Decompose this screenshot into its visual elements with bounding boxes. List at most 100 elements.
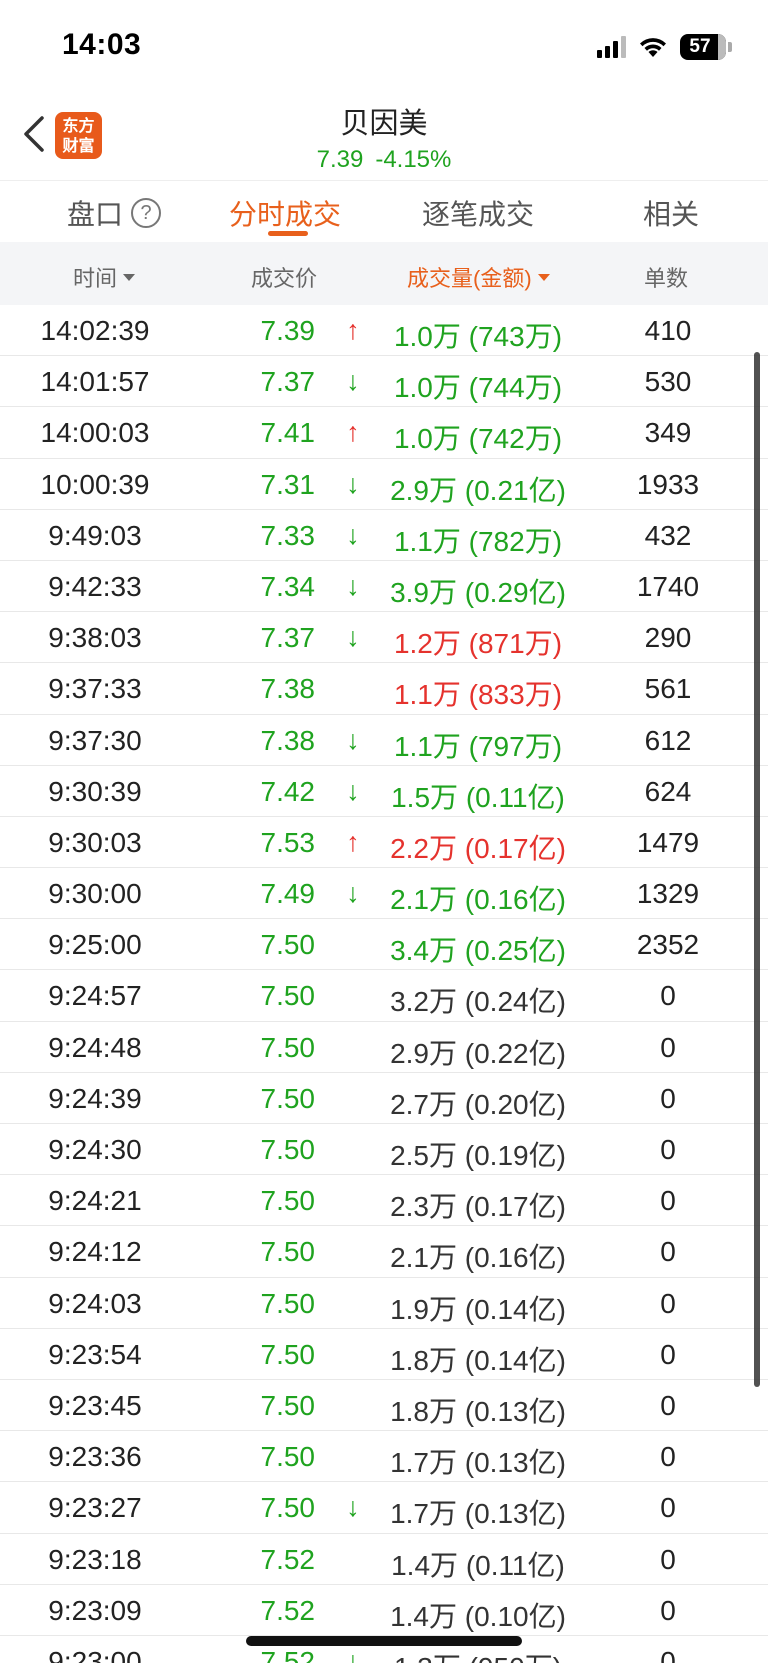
trade-row[interactable]: 9:25:00 7.50 3.4万 (0.25亿) 2352 <box>0 919 768 971</box>
trade-price: 7.31 <box>260 468 316 500</box>
trade-row[interactable]: 9:23:27 7.50 ↓ 1.7万 (0.13亿) 0 <box>0 1482 768 1534</box>
help-icon[interactable]: ? <box>131 198 162 228</box>
trade-count: 1740 <box>636 570 700 602</box>
trade-row[interactable]: 14:01:57 7.37 ↓ 1.0万 (744万) 530 <box>0 356 768 408</box>
trade-price: 7.50 <box>260 1082 316 1114</box>
trade-row[interactable]: 9:23:36 7.50 1.7万 (0.13亿) 0 <box>0 1431 768 1483</box>
battery-tip <box>728 42 732 52</box>
trade-time: 9:23:45 <box>48 1389 142 1421</box>
trade-volume: 3.9万 (0.29亿) <box>390 576 566 608</box>
trade-row[interactable]: 9:49:03 7.33 ↓ 1.1万 (782万) 432 <box>0 510 768 561</box>
trade-count: 0 <box>660 1594 676 1626</box>
header: 东方 财富 贝因美 7.39 -4.15% <box>0 96 768 180</box>
arrow-down-icon: ↓ <box>346 724 360 755</box>
column-volume-label: 成交量(金额) <box>407 266 532 291</box>
trade-time: 9:23:36 <box>48 1441 142 1473</box>
trade-list[interactable]: 14:02:39 7.39 ↑ 1.0万 (743万) 410 14:01:57 7.37 ↓… <box>0 305 768 1663</box>
sort-by-volume[interactable]: 成交量(金额) <box>407 261 550 293</box>
trade-price: 7.37 <box>260 622 316 654</box>
tab-pankou[interactable]: 盘口 ? <box>67 193 162 233</box>
trade-price: 7.38 <box>260 724 316 756</box>
trade-row[interactable]: 9:24:21 7.50 2.3万 (0.17亿) 0 <box>0 1175 768 1227</box>
arrow-down-icon: ↓ <box>346 1645 360 1663</box>
trade-row[interactable]: 9:23:18 7.52 1.4万 (0.11亿) 0 <box>0 1534 768 1585</box>
trade-count: 290 <box>644 622 692 654</box>
trade-row[interactable]: 9:23:09 7.52 1.4万 (0.10亿) 0 <box>0 1585 768 1636</box>
trade-count: 0 <box>660 1441 676 1473</box>
trade-row[interactable]: 9:37:30 7.38 ↓ 1.1万 (797万) 612 <box>0 715 768 766</box>
trade-time: 9:25:00 <box>48 929 142 961</box>
arrow-down-icon: ↓ <box>346 519 360 550</box>
trade-volume: 2.1万 (0.16亿) <box>390 884 566 916</box>
tab-tick-trades[interactable]: 逐笔成交 <box>422 193 534 233</box>
status-bar: 14:03 57 <box>0 0 768 96</box>
trade-row[interactable]: 9:30:03 7.53 ↑ 2.2万 (0.17亿) 1479 <box>0 817 768 869</box>
trade-price: 7.50 <box>260 1031 316 1063</box>
trade-row[interactable]: 9:24:48 7.50 2.9万 (0.22亿) 0 <box>0 1022 768 1073</box>
trade-row[interactable]: 14:02:39 7.39 ↑ 1.0万 (743万) 410 <box>0 305 768 357</box>
sort-by-time[interactable]: 时间 <box>73 261 136 293</box>
arrow-up-icon: ↑ <box>346 315 360 345</box>
trade-volume: 2.2万 (0.17亿) <box>390 832 566 864</box>
trade-time: 9:24:48 <box>48 1031 142 1063</box>
trade-count: 0 <box>660 1134 676 1165</box>
trade-time: 9:37:33 <box>48 673 142 705</box>
trade-volume: 1.0万 (743万) <box>393 321 563 352</box>
cellular-signal-icon <box>597 36 626 58</box>
trade-time: 9:24:12 <box>48 1236 142 1268</box>
trade-row[interactable]: 9:38:03 7.37 ↓ 1.2万 (871万) 290 <box>0 612 768 664</box>
tab-pankou-label: 盘口 <box>67 199 124 230</box>
trade-time: 9:24:21 <box>48 1185 142 1217</box>
trade-row[interactable]: 10:00:39 7.31 ↓ 2.9万 (0.21亿) 1933 <box>0 459 768 510</box>
trade-volume: 1.3万 (950万) <box>378 1646 578 1663</box>
tab-bar: 盘口 ? 分时成交 逐笔成交 相关 <box>0 180 768 242</box>
trade-price: 7.50 <box>260 1236 316 1268</box>
trade-row[interactable]: 9:23:54 7.50 1.8万 (0.14亿) 0 <box>0 1329 768 1380</box>
trade-row[interactable]: 9:24:12 7.50 2.1万 (0.16亿) 0 <box>0 1226 768 1278</box>
trade-count: 561 <box>644 673 692 705</box>
trade-count: 0 <box>660 1236 676 1268</box>
trade-row[interactable]: 9:24:39 7.50 2.7万 (0.20亿) 0 <box>0 1073 768 1124</box>
tab-related[interactable]: 相关 <box>643 193 699 233</box>
trade-time: 9:23:09 <box>48 1594 142 1626</box>
home-indicator[interactable] <box>246 1636 522 1646</box>
battery-level: 57 <box>689 36 711 57</box>
trade-volume: 1.7万 (0.13亿) <box>390 1447 566 1479</box>
trade-row[interactable]: 9:30:39 7.42 ↓ 1.5万 (0.11亿) 624 <box>0 766 768 817</box>
trade-row[interactable]: 9:37:33 7.38 1.1万 (833万) 561 <box>0 663 768 715</box>
trade-volume: 2.3万 (0.17亿) <box>390 1191 566 1223</box>
trade-count: 0 <box>660 1645 676 1663</box>
trade-row[interactable]: 14:00:03 7.41 ↑ 1.0万 (742万) 349 <box>0 407 768 459</box>
trade-time: 9:49:03 <box>48 519 142 551</box>
trade-volume: 2.9万 (0.22亿) <box>390 1037 566 1069</box>
stock-change: -4.15% <box>375 146 452 173</box>
trade-price: 7.50 <box>260 980 316 1012</box>
tab-fenshi-trades[interactable]: 分时成交 <box>229 193 341 233</box>
sort-down-icon <box>123 273 136 281</box>
trade-count: 432 <box>644 519 692 551</box>
battery-icon: 57 <box>680 34 726 60</box>
trade-row[interactable]: 9:30:00 7.49 ↓ 2.1万 (0.16亿) 1329 <box>0 868 768 920</box>
trade-time: 9:38:03 <box>48 622 142 654</box>
trade-price: 7.50 <box>260 1338 316 1370</box>
trade-row[interactable]: 9:24:57 7.50 3.2万 (0.24亿) 0 <box>0 970 768 1022</box>
trade-row[interactable]: 9:24:30 7.50 2.5万 (0.19亿) 0 <box>0 1124 768 1176</box>
trade-volume: 1.1万 (797万) <box>393 730 563 762</box>
trade-row[interactable]: 9:23:45 7.50 1.8万 (0.13亿) 0 <box>0 1380 768 1432</box>
trade-time: 9:30:03 <box>48 826 142 858</box>
trade-row[interactable]: 9:24:03 7.50 1.9万 (0.14亿) 0 <box>0 1278 768 1329</box>
trade-volume: 1.9万 (0.14亿) <box>390 1293 566 1325</box>
scrollbar[interactable] <box>754 352 760 1387</box>
trade-price: 7.49 <box>260 878 316 910</box>
trade-volume: 3.2万 (0.24亿) <box>390 986 566 1018</box>
trade-time: 9:23:54 <box>48 1338 142 1370</box>
trade-row[interactable]: 9:42:33 7.34 ↓ 3.9万 (0.29亿) 1740 <box>0 561 768 613</box>
trade-count: 0 <box>660 1082 676 1114</box>
trade-price: 7.50 <box>260 1492 316 1524</box>
trade-volume: 2.1万 (0.16亿) <box>390 1242 566 1274</box>
trade-count: 1933 <box>636 468 700 500</box>
column-header: 时间 成交价 成交量(金额) 单数 <box>0 242 768 305</box>
trade-price: 7.52 <box>260 1645 316 1663</box>
trade-volume: 2.5万 (0.19亿) <box>390 1140 566 1171</box>
trade-count: 2352 <box>636 929 700 961</box>
